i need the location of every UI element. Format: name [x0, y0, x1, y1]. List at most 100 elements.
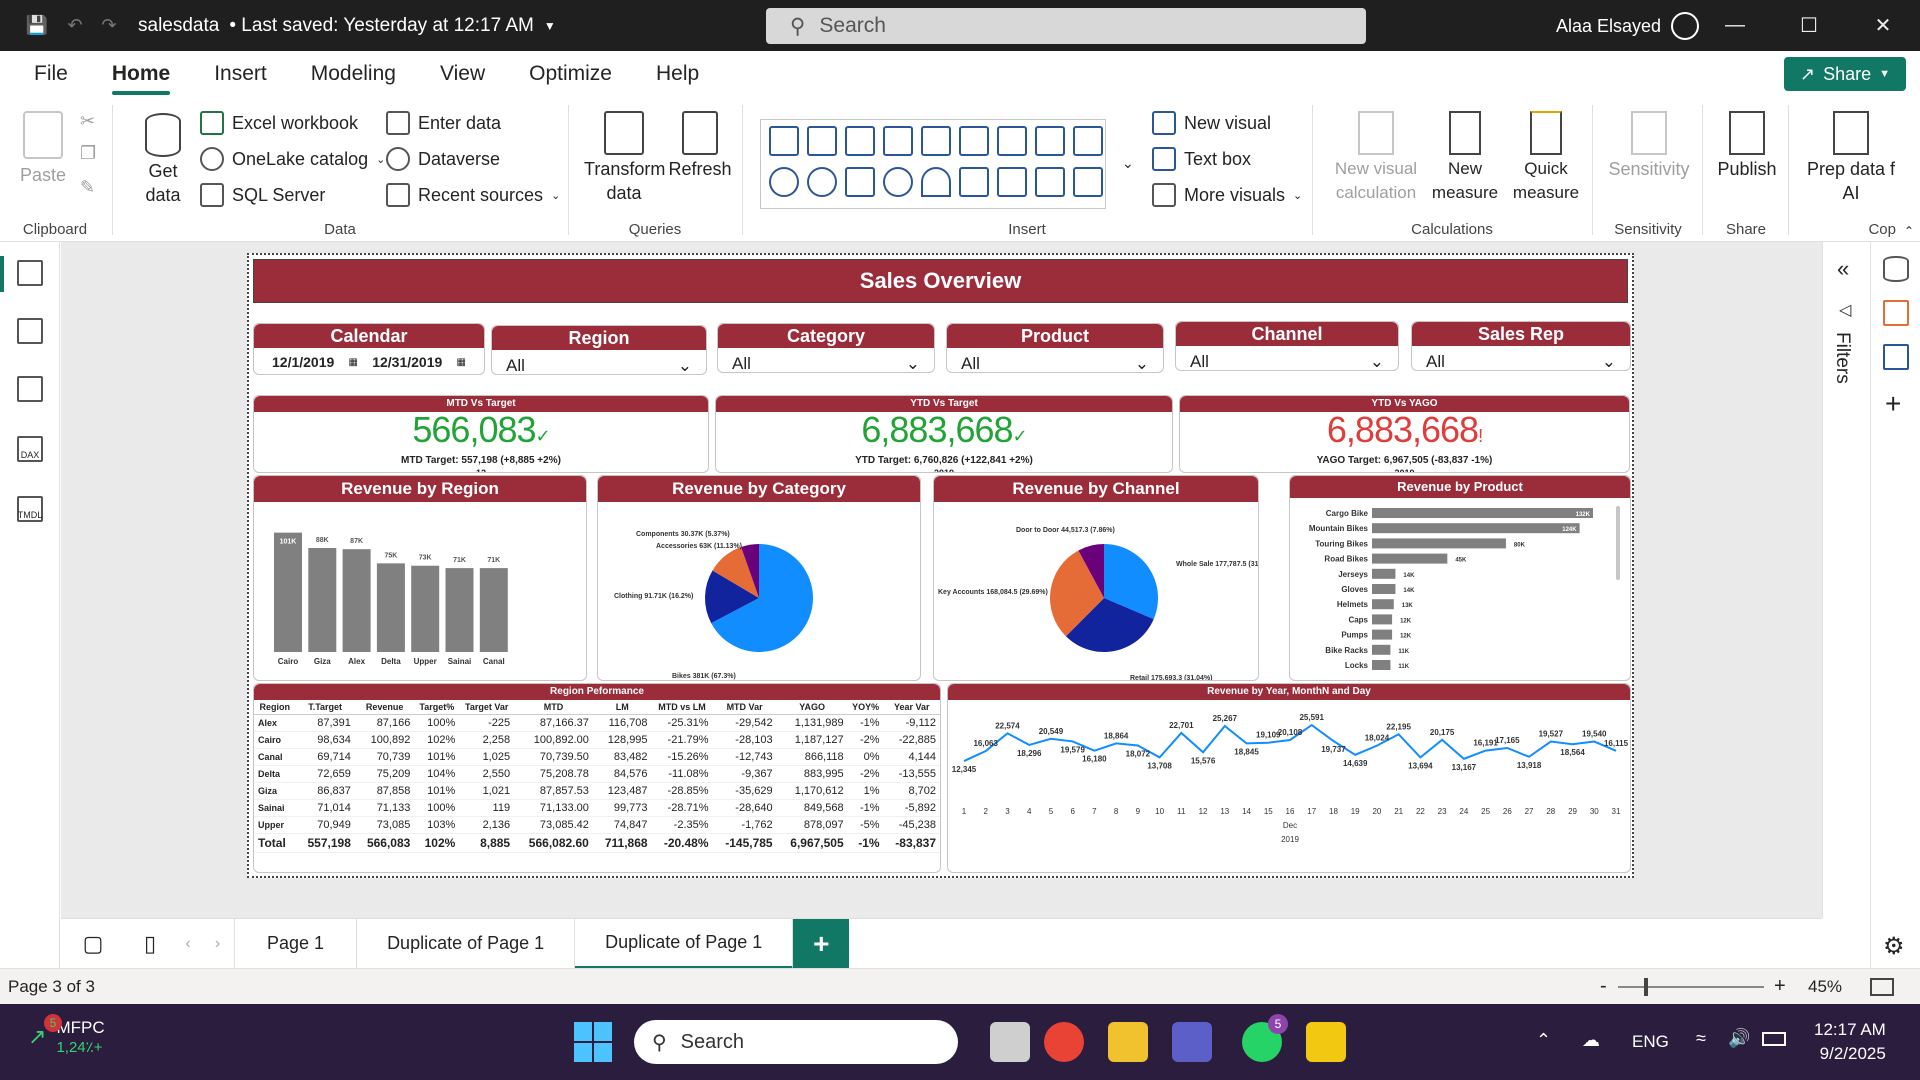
- fit-to-page-icon[interactable]: [1870, 977, 1894, 996]
- file-explorer-icon[interactable]: [1108, 1022, 1148, 1062]
- gauge-icon[interactable]: [921, 167, 951, 197]
- add-pane-icon[interactable]: +: [1885, 388, 1901, 420]
- zoom-in-icon[interactable]: +: [1774, 975, 1786, 998]
- column-header[interactable]: Target%: [414, 700, 460, 715]
- gallery-expand-icon[interactable]: ⌄: [1122, 155, 1134, 172]
- slicer-icon[interactable]: [1073, 126, 1103, 156]
- scroll-left-icon[interactable]: ‹: [175, 935, 201, 953]
- column-header[interactable]: LM: [592, 700, 652, 715]
- calendar-icon[interactable]: ▦: [349, 357, 358, 368]
- column-header[interactable]: Revenue: [354, 700, 415, 715]
- start-date[interactable]: 12/1/2019: [272, 354, 334, 370]
- table-view-icon[interactable]: [17, 318, 43, 344]
- prep-data-ai-button[interactable]: Prep data f AI: [1798, 111, 1904, 205]
- volume-icon[interactable]: 🔊: [1728, 1028, 1750, 1049]
- column-header[interactable]: YAGO: [776, 700, 848, 715]
- table-row[interactable]: Giza 86,837 87,858 101% 1,021 87,857.53 123,48…: [254, 782, 940, 800]
- table-row[interactable]: Alex 87,391 87,166 100% -225 87,166.37 116,708…: [254, 714, 940, 732]
- column-header[interactable]: T.Target: [295, 700, 355, 715]
- minimize-icon[interactable]: —: [1698, 0, 1772, 51]
- new-measure-button[interactable]: New measure: [1426, 111, 1504, 205]
- revenue-by-channel-visual[interactable]: Revenue by Channel Door to Door 44,517.3…: [933, 475, 1259, 681]
- menu-help[interactable]: Help: [634, 51, 721, 97]
- calendar-icon[interactable]: ▦: [457, 357, 466, 368]
- user-account[interactable]: Alaa Elsayed: [1556, 12, 1700, 40]
- map-icon[interactable]: [883, 167, 913, 197]
- task-view-icon[interactable]: [990, 1022, 1030, 1062]
- line-column-icon[interactable]: [959, 126, 989, 156]
- page-tab-3[interactable]: Duplicate of Page 1: [575, 918, 794, 969]
- language-indicator[interactable]: ENG: [1632, 1032, 1669, 1052]
- collapse-ribbon-icon[interactable]: ⌃: [1904, 224, 1914, 238]
- treemap-icon[interactable]: [845, 167, 875, 197]
- column-header[interactable]: Target Var: [459, 700, 515, 715]
- data-pane-icon[interactable]: [1883, 256, 1909, 282]
- save-icon[interactable]: 💾: [22, 11, 52, 41]
- undo-icon[interactable]: ↶: [60, 11, 90, 41]
- table-row[interactable]: Canal 69,714 70,739 101% 1,025 70,739.50 83,48…: [254, 748, 940, 766]
- add-page-button[interactable]: +: [793, 918, 850, 969]
- table-row[interactable]: Cairo 98,634 100,892 102% 2,258 100,892.00 128…: [254, 731, 940, 749]
- table-row[interactable]: Sainai 71,014 71,133 100% 119 71,133.00 99,773…: [254, 799, 940, 817]
- quick-measure-button[interactable]: Quick measure: [1506, 111, 1586, 205]
- stacked-bar-icon[interactable]: [769, 126, 799, 156]
- title-search-input[interactable]: ⚲ Search: [766, 8, 1366, 44]
- channel-slicer[interactable]: Channel All ⌄: [1175, 321, 1399, 371]
- clustered-bar-icon[interactable]: [845, 126, 875, 156]
- column-header[interactable]: MTD Var: [712, 700, 777, 715]
- format-pane-icon[interactable]: [1883, 344, 1909, 370]
- mobile-layout-icon[interactable]: ▯: [125, 931, 175, 957]
- menu-modeling[interactable]: Modeling: [289, 51, 418, 97]
- report-view-icon[interactable]: [17, 260, 43, 286]
- expand-icon[interactable]: «: [1837, 256, 1849, 282]
- column-header[interactable]: YOY%: [847, 700, 884, 715]
- stacked-column-100-icon[interactable]: [921, 126, 951, 156]
- model-view-icon[interactable]: [17, 376, 43, 402]
- scrollbar[interactable]: [1616, 506, 1620, 580]
- calendar-slicer[interactable]: Calendar 12/1/2019 ▦ 12/31/2019 ▦: [253, 323, 485, 375]
- table-total-row[interactable]: Total 557,198 566,083 102% 8,885 566,082.60 71…: [254, 833, 940, 853]
- region-slicer[interactable]: Region All ⌄: [491, 325, 707, 375]
- chevron-down-icon[interactable]: ⌄: [1370, 352, 1384, 370]
- table-visual-icon[interactable]: [1035, 167, 1065, 197]
- zoom-slider[interactable]: [1618, 978, 1764, 996]
- document-title[interactable]: salesdata • Last saved: Yesterday at 12:…: [138, 15, 556, 37]
- revenue-by-day-visual[interactable]: Revenue by Year, MonthN and Day 12,345 1 1…: [947, 683, 1631, 873]
- revenue-by-region-visual[interactable]: Revenue by Region 101K Cairo 88K Giza 87K Ale…: [253, 475, 587, 681]
- line-chart-icon[interactable]: [997, 126, 1027, 156]
- clock[interactable]: 12:17 AM 9/2/2025: [1814, 1018, 1886, 1066]
- matrix-icon[interactable]: [1073, 167, 1103, 197]
- card-icon[interactable]: [959, 167, 989, 197]
- maximize-icon[interactable]: ☐: [1772, 0, 1846, 51]
- menu-view[interactable]: View: [418, 51, 507, 97]
- page-tab-1[interactable]: Page 1: [235, 918, 358, 969]
- table-row[interactable]: Delta 72,659 75,209 104% 2,550 75,208.78 84,57…: [254, 765, 940, 783]
- filters-pane-collapsed[interactable]: « ◁ Filters: [1822, 242, 1870, 918]
- teams-icon[interactable]: [1172, 1022, 1212, 1062]
- chevron-down-icon[interactable]: ⌄: [906, 354, 920, 372]
- chevron-down-icon[interactable]: ⌄: [1602, 352, 1616, 370]
- menu-insert[interactable]: Insert: [192, 51, 289, 97]
- chrome-icon[interactable]: [1044, 1022, 1084, 1062]
- chevron-down-icon[interactable]: ⌄: [1135, 354, 1149, 372]
- show-hidden-icons[interactable]: ⌃: [1536, 1030, 1551, 1051]
- redo-icon[interactable]: ↷: [94, 11, 124, 41]
- publish-button[interactable]: Publish: [1712, 111, 1782, 181]
- filters-label[interactable]: Filters: [1831, 332, 1853, 384]
- zoom-slider-thumb[interactable]: [1644, 978, 1648, 996]
- revenue-by-product-visual[interactable]: Revenue by Product Cargo Bike 132K Mountai…: [1289, 475, 1631, 681]
- column-header[interactable]: MTD: [514, 700, 593, 715]
- settings-icon[interactable]: ⚙: [1883, 932, 1905, 961]
- menu-home[interactable]: Home: [90, 51, 192, 97]
- stacked-column-icon[interactable]: [807, 126, 837, 156]
- pie-chart-icon[interactable]: [769, 167, 799, 197]
- text-box-button[interactable]: Text box: [1152, 147, 1251, 171]
- share-button[interactable]: ↗ Share ▼: [1784, 57, 1906, 91]
- column-header[interactable]: Region: [254, 700, 296, 715]
- column-header[interactable]: MTD vs LM: [651, 700, 713, 715]
- table-row[interactable]: Upper 70,949 73,085 103% 2,136 73,085.42 74,84…: [254, 816, 940, 834]
- taskbar-search[interactable]: ⚲ Search: [634, 1020, 958, 1064]
- page-tab-2[interactable]: Duplicate of Page 1: [357, 918, 576, 969]
- calendar-range[interactable]: 12/1/2019 ▦ 12/31/2019 ▦: [254, 348, 484, 374]
- zoom-out-icon[interactable]: -: [1600, 975, 1607, 998]
